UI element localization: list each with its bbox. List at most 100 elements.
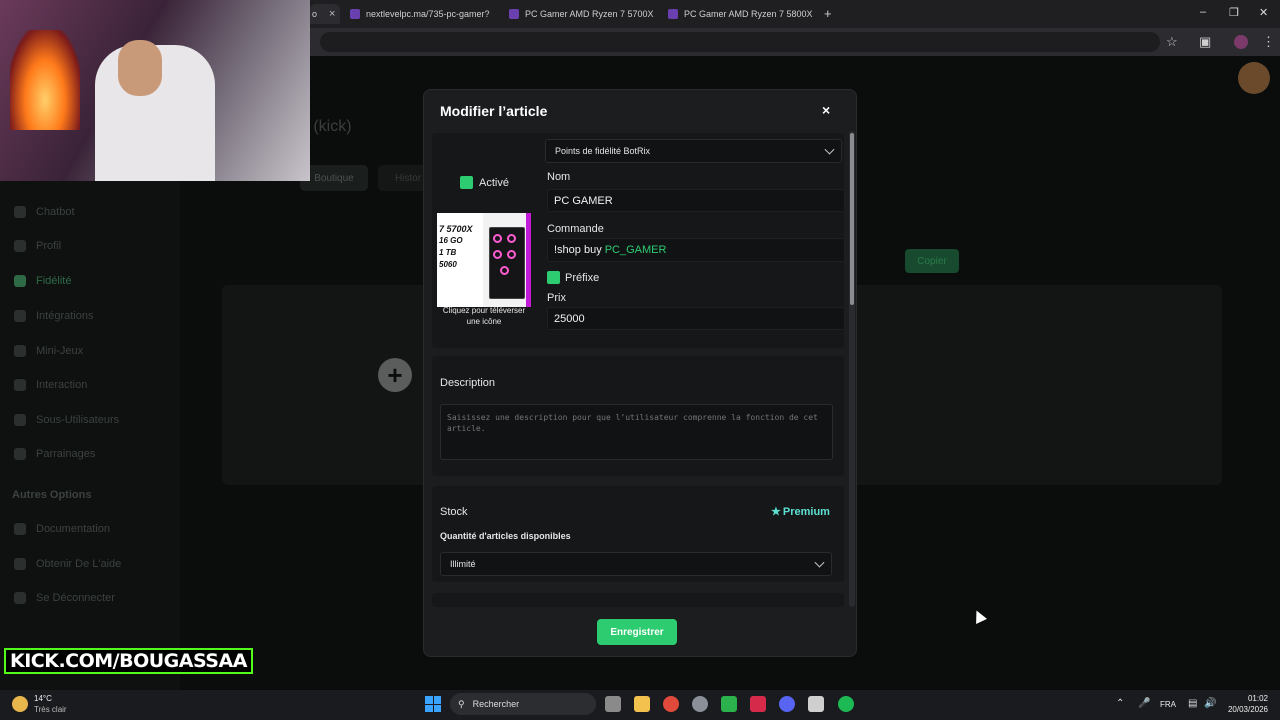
image-spec-cpu: 7 5700X xyxy=(439,224,473,234)
tab-label: nextlevelpc.ma/735-pc-gamer? xyxy=(366,9,490,19)
save-button[interactable]: Enregistrer xyxy=(597,619,677,645)
close-window-icon[interactable]: ✕ xyxy=(1259,6,1268,19)
profile-avatar-icon[interactable] xyxy=(1234,35,1248,49)
browser-tab-nextlevelpc[interactable]: nextlevelpc.ma/735-pc-gamer?× xyxy=(350,4,500,24)
chevron-down-icon xyxy=(824,144,835,155)
close-tab-icon[interactable]: × xyxy=(329,8,335,20)
sidebar-item-label: Profil xyxy=(36,240,62,252)
store-icon[interactable] xyxy=(808,696,824,712)
description-textarea[interactable] xyxy=(440,404,833,460)
gamepad-icon xyxy=(14,345,26,357)
description-label: Description xyxy=(440,377,496,389)
clock-date[interactable]: 20/03/2026 xyxy=(1224,705,1268,714)
modal-scrollbar-thumb[interactable] xyxy=(850,133,854,305)
active-checkbox[interactable] xyxy=(460,176,473,189)
sidebar-item-label: Interaction xyxy=(36,379,88,391)
prefix-label: Préfixe xyxy=(565,272,600,284)
sidebar-item-label: Fidélité xyxy=(36,275,72,287)
browser-tab-5700x[interactable]: PC Gamer AMD Ryzen 7 5700X× xyxy=(509,4,654,24)
menu-dots-icon[interactable]: ⋮ xyxy=(1262,34,1275,50)
prefix-checkbox[interactable] xyxy=(547,271,560,284)
sidebar-item-fidelite: Fidélité xyxy=(14,275,71,287)
new-tab-button[interactable]: + xyxy=(824,6,832,21)
price-field[interactable]: 25000 xyxy=(547,307,845,330)
tab-label: PC Gamer AMD Ryzen 7 5800X xyxy=(684,9,813,19)
address-bar[interactable] xyxy=(320,32,1160,52)
stock-label: Stock xyxy=(440,506,468,518)
adobe-icon[interactable] xyxy=(750,696,766,712)
icon-upload-caption: Cliquez pour téléverser une icône xyxy=(442,306,526,326)
minimize-icon[interactable]: – xyxy=(1200,6,1206,18)
image-spec-text: 7 5700X 16 GO 1 TB 5060 xyxy=(439,223,483,271)
file-explorer-icon[interactable] xyxy=(634,696,650,712)
close-icon[interactable]: × xyxy=(822,102,830,118)
kick-channel-banner: KICK.COM/BOUGASSAA xyxy=(4,648,253,674)
windows-start-icon[interactable] xyxy=(425,696,441,712)
command-label: Commande xyxy=(547,223,604,235)
next-section-partial xyxy=(432,593,844,607)
discord-icon[interactable] xyxy=(779,696,795,712)
integrations-icon xyxy=(14,310,26,322)
command-field[interactable]: !shop buy PC_GAMER xyxy=(547,238,845,262)
fan-icon xyxy=(493,250,502,259)
item-icon-upload[interactable]: 7 5700X 16 GO 1 TB 5060 xyxy=(437,213,531,307)
sidebar-item-label: Documentation xyxy=(36,523,110,535)
stock-quantity-select[interactable]: Illimité xyxy=(440,552,832,576)
favicon-icon xyxy=(509,9,519,19)
sidebar-item-label: Sous-Utilisateurs xyxy=(36,414,120,426)
referral-icon xyxy=(14,448,26,460)
image-spec-ram: 16 GO xyxy=(439,236,463,245)
tab-label: o xyxy=(312,9,318,19)
fan-icon xyxy=(493,234,502,243)
logout-icon xyxy=(14,592,26,604)
star-icon: ★ xyxy=(771,506,781,518)
weather-temperature: 14°C xyxy=(34,694,52,703)
sidebar-item-interaction: Interaction xyxy=(14,379,87,391)
quantity-label: Quantité d'articles disponibles xyxy=(440,531,571,541)
sidebar-section-title: Autres Options xyxy=(12,489,92,501)
favicon-icon xyxy=(668,9,678,19)
image-spec-storage: 1 TB xyxy=(439,248,457,257)
chrome-icon[interactable] xyxy=(663,696,679,712)
task-view-icon[interactable] xyxy=(605,696,621,712)
bookmark-star-icon[interactable]: ☆ xyxy=(1166,34,1178,50)
name-field[interactable]: PC GAMER xyxy=(547,189,845,212)
modal-title: Modifier l’article xyxy=(440,103,548,119)
book-icon xyxy=(14,523,26,535)
chatbot-icon xyxy=(14,206,26,218)
background-add-icon: + xyxy=(378,358,412,392)
sidebar-item-label: Mini-Jeux xyxy=(36,345,84,357)
fan-icon xyxy=(507,250,516,259)
premium-badge: ★ Premium xyxy=(771,505,830,519)
users-icon xyxy=(14,414,26,426)
microphone-icon[interactable]: 🎤 xyxy=(1138,698,1150,709)
currency-select[interactable]: Points de fidélité BotRix xyxy=(545,139,842,163)
tab-label: PC Gamer AMD Ryzen 7 5700X xyxy=(525,9,654,19)
premium-label: Premium xyxy=(782,505,830,518)
browser-tab-active[interactable]: o × xyxy=(310,4,340,24)
spotify-icon[interactable] xyxy=(838,696,854,712)
tray-chevron-up-icon[interactable]: ⌃ xyxy=(1116,698,1124,709)
volume-icon[interactable]: 🔊 xyxy=(1204,698,1216,709)
clock-time[interactable]: 01:02 xyxy=(1236,694,1268,703)
extensions-icon[interactable]: ▣ xyxy=(1199,34,1211,50)
stock-select-value: Illimité xyxy=(450,559,476,569)
name-label: Nom xyxy=(547,171,571,183)
language-indicator[interactable]: FRA xyxy=(1160,700,1176,709)
streaming-app-icon[interactable] xyxy=(721,696,737,712)
sidebar-item-documentation: Documentation xyxy=(14,523,110,535)
background-sidebar xyxy=(0,180,180,690)
maximize-icon[interactable]: ❐ xyxy=(1229,6,1239,19)
taskbar-search[interactable]: ⚲ Rechercher xyxy=(450,693,596,715)
sidebar-item-label: Intégrations xyxy=(36,310,94,322)
sidebar-item-integrations: Intégrations xyxy=(14,310,93,322)
chevron-down-icon xyxy=(814,557,825,568)
background-tab-boutique: Boutique xyxy=(300,165,368,191)
weather-icon[interactable] xyxy=(12,696,28,712)
sidebar-item-label: Obtenir De L'aide xyxy=(36,558,122,570)
network-icon[interactable]: ▤ xyxy=(1188,698,1197,709)
music-icon xyxy=(14,379,26,391)
user-avatar xyxy=(1238,62,1270,94)
browser-tab-5800x[interactable]: PC Gamer AMD Ryzen 7 5800X× xyxy=(668,4,813,24)
obs-icon[interactable] xyxy=(692,696,708,712)
